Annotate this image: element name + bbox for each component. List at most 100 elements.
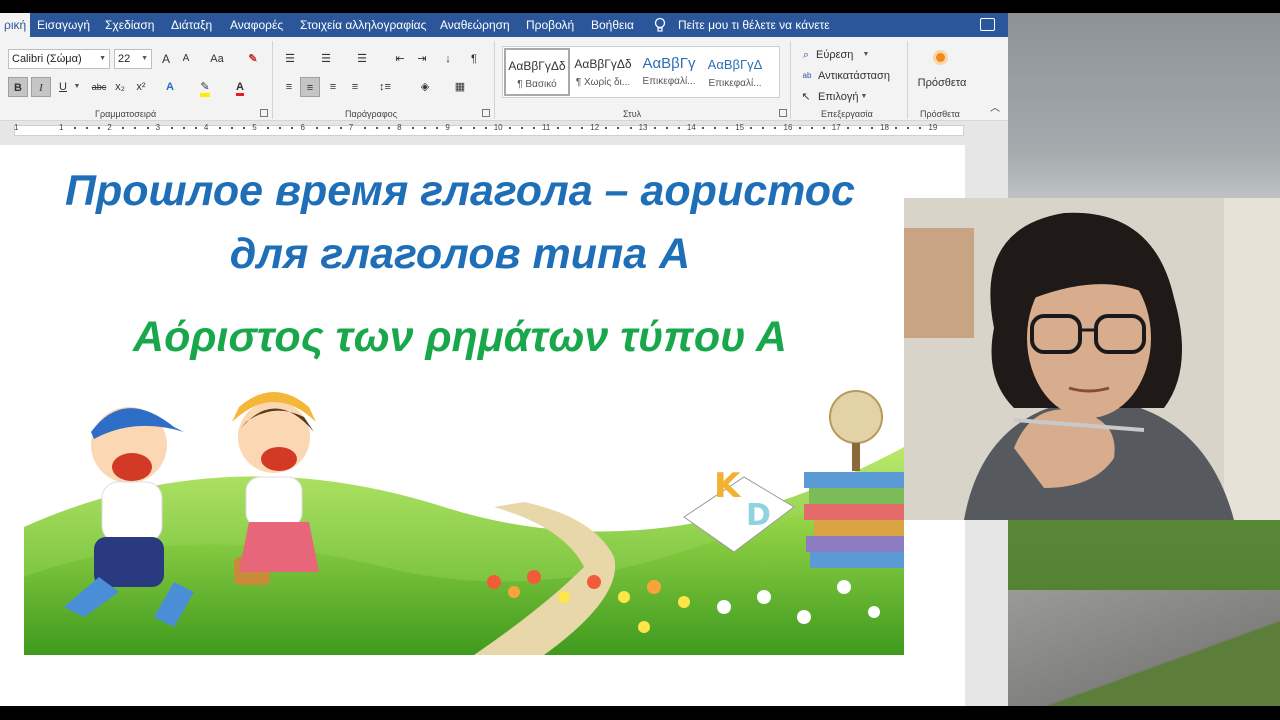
style-heading-1[interactable]: ΑαΒβΓγ Επικεφαλί... — [636, 48, 702, 96]
tab-insert[interactable]: Εισαγωγή — [37, 18, 90, 32]
ruler-tick — [701, 127, 704, 129]
style-normal[interactable]: ΑαΒβΓγΔδ ¶ Βασικό — [504, 48, 570, 96]
tell-me-search[interactable]: Πείτε μου τι θέλετε να κάνετε — [678, 18, 830, 32]
ruler-tick — [98, 127, 101, 129]
ruler-tick — [665, 127, 668, 129]
ruler-tick — [557, 127, 560, 129]
webcam-overlay — [904, 198, 1280, 520]
bullets-icon[interactable]: ☰ — [280, 49, 300, 69]
highlight-icon[interactable]: ✎ — [194, 77, 216, 97]
replace-button[interactable]: Αντικατάσταση — [818, 66, 890, 86]
ruler-tick — [291, 127, 294, 129]
sort-icon[interactable]: ↓ — [440, 49, 456, 69]
ruler-tick — [375, 127, 378, 129]
ruler-tick — [170, 127, 173, 129]
chevron-down-icon: ▼ — [141, 55, 148, 62]
multilevel-list-icon[interactable]: ☰ — [352, 49, 372, 69]
ruler-tick — [569, 127, 572, 129]
bold-button[interactable]: B — [8, 77, 28, 97]
tab-mailings[interactable]: Στοιχεία αλληλογραφίας — [300, 18, 426, 32]
shrink-font-button[interactable]: A — [178, 49, 194, 69]
style-heading-2[interactable]: ΑαΒβΓγΔ Επικεφαλί... — [702, 48, 768, 96]
font-color-icon[interactable]: A — [230, 77, 250, 97]
ruler-tick — [231, 127, 234, 129]
select-button[interactable]: Επιλογή — [818, 87, 858, 107]
style-label: Επικεφαλί... — [642, 76, 696, 87]
font-name-box[interactable]: Calibri (Σώμα) ▼ — [8, 49, 110, 69]
clear-formatting-icon[interactable]: ✎ — [244, 49, 262, 69]
borders-icon[interactable]: ▦ — [448, 77, 472, 97]
tab-view[interactable]: Προβολή — [526, 18, 574, 32]
italic-button[interactable]: I — [31, 77, 51, 97]
ruler-tick — [714, 127, 717, 129]
ruler-tick — [895, 127, 898, 129]
ruler-tick — [315, 127, 318, 129]
addins-icon — [936, 53, 945, 62]
ruler-number: 15 — [735, 123, 745, 132]
style-label: ¶ Βασικό — [517, 79, 557, 90]
ruler-tick — [532, 127, 535, 129]
illustration-svg: K D — [24, 390, 904, 655]
ruler-tick — [858, 127, 861, 129]
font-dialog-launcher[interactable] — [260, 109, 268, 117]
align-center-icon[interactable]: ≡ — [300, 77, 320, 97]
chevron-down-icon[interactable]: ▼ — [72, 77, 82, 97]
ruler-tick — [134, 127, 137, 129]
ruler-tick — [363, 127, 366, 129]
ruler-tick — [520, 127, 523, 129]
chevron-down-icon[interactable]: ▼ — [860, 87, 868, 107]
group-separator — [494, 41, 495, 119]
ruler-tick — [243, 127, 246, 129]
addins-button[interactable]: Πρόσθετα — [914, 73, 970, 93]
chevron-down-icon: ▼ — [99, 55, 106, 62]
decrease-indent-icon[interactable]: ⇤ — [392, 49, 408, 69]
justify-icon[interactable]: ≡ — [346, 77, 364, 97]
ruler-number: 7 — [348, 123, 354, 132]
grow-font-button[interactable]: A — [158, 49, 174, 69]
ruler-tick — [388, 127, 391, 129]
font-size-box[interactable]: 22 ▼ — [114, 49, 152, 69]
group-separator — [272, 41, 273, 119]
ruler-tick — [726, 127, 729, 129]
styles-gallery: ΑαΒβΓγΔδ ¶ Βασικό ΑαΒβΓγΔδ ¶ Χωρίς δι...… — [502, 46, 780, 98]
svg-text:K: K — [714, 466, 742, 506]
font-size-value: 22 — [118, 53, 131, 65]
ruler-tick — [907, 127, 910, 129]
ruler-tick — [774, 127, 777, 129]
text-effects-icon[interactable]: A — [160, 77, 180, 97]
line-spacing-icon[interactable]: ↕≡ — [372, 77, 398, 97]
ruler-number: 12 — [590, 123, 600, 132]
numbering-icon[interactable]: ☰ — [316, 49, 336, 69]
comments-icon[interactable] — [980, 18, 995, 31]
align-right-icon[interactable]: ≡ — [324, 77, 342, 97]
tab-review[interactable]: Αναθεώρηση — [440, 18, 510, 32]
find-button[interactable]: Εύρεση — [816, 45, 853, 65]
change-case-button[interactable]: Aa — [204, 49, 230, 69]
tab-home[interactable]: ρική — [0, 13, 31, 37]
superscript-button[interactable]: x² — [133, 77, 149, 97]
underline-button[interactable]: U — [55, 77, 71, 97]
tab-references[interactable]: Αναφορές — [230, 18, 283, 32]
paragraph-dialog-launcher[interactable] — [482, 109, 490, 117]
ruler-tick — [182, 127, 185, 129]
subscript-button[interactable]: x₂ — [112, 77, 128, 97]
align-left-icon[interactable]: ≡ — [280, 77, 298, 97]
webcam-person — [904, 198, 1280, 520]
ruler-number: 1 — [14, 123, 19, 132]
styles-dialog-launcher[interactable] — [779, 109, 787, 117]
tab-help[interactable]: Βοήθεια — [591, 18, 634, 32]
ruler-tick — [822, 127, 825, 129]
strikethrough-button[interactable]: abc — [88, 77, 110, 97]
background-road — [1008, 590, 1280, 706]
show-marks-icon[interactable]: ¶ — [466, 49, 482, 69]
chevron-down-icon[interactable]: ▼ — [862, 45, 870, 65]
ruler-number: 14 — [686, 123, 696, 132]
ruler-number: 17 — [831, 123, 841, 132]
increase-indent-icon[interactable]: ⇥ — [414, 49, 430, 69]
tab-layout[interactable]: Διάταξη — [171, 18, 212, 32]
style-no-spacing[interactable]: ΑαΒβΓγΔδ ¶ Χωρίς δι... — [570, 48, 636, 96]
collapse-ribbon-icon[interactable]: ︿ — [988, 99, 1002, 119]
tab-design[interactable]: Σχεδίαση — [105, 18, 154, 32]
ruler-number: 19 — [928, 123, 938, 132]
shading-icon[interactable]: ◈ — [412, 77, 438, 97]
